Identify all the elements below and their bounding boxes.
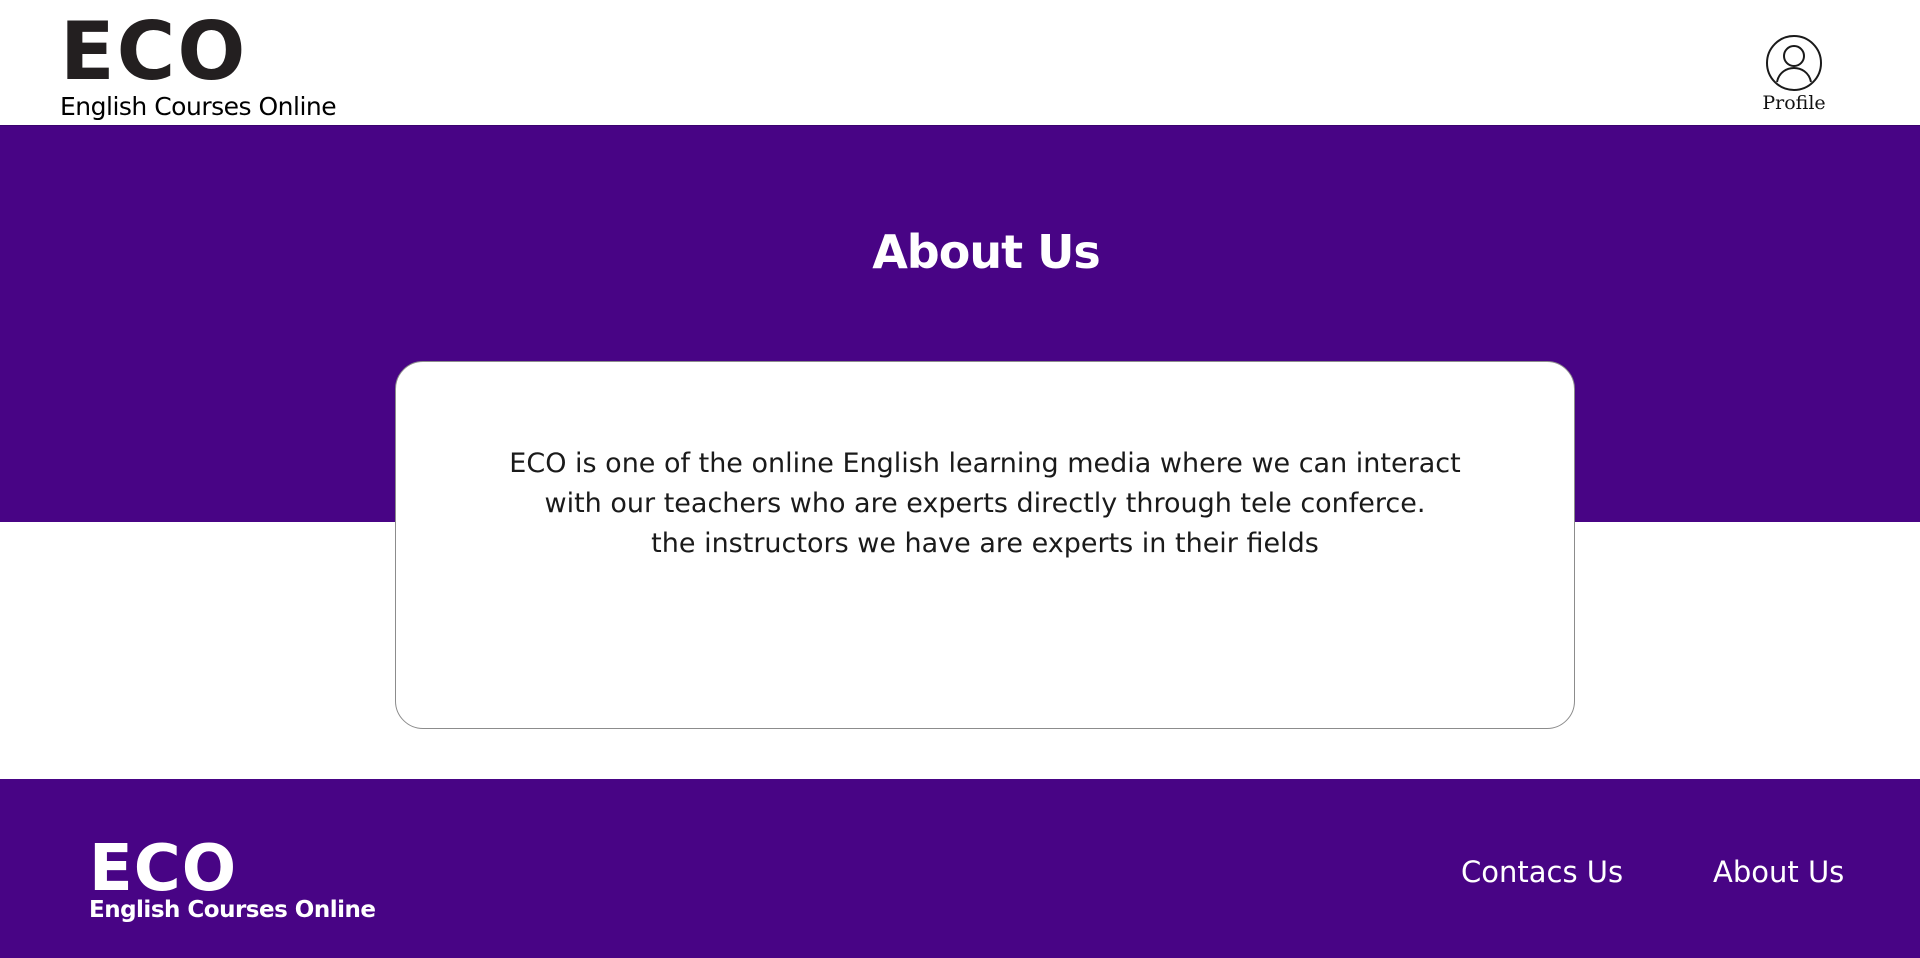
profile-label: Profile — [1762, 92, 1826, 114]
about-description: ECO is one of the online English learnin… — [509, 448, 1461, 559]
footer-logo[interactable]: ECO — [89, 837, 237, 901]
site-header: ECO English Courses Online Profile — [0, 0, 1920, 124]
page-title: About Us — [872, 225, 1101, 279]
footer-link-contact-us[interactable]: Contacs Us — [1461, 855, 1623, 889]
logo-mark: ECO — [60, 5, 248, 98]
footer-logo-mark: ECO — [89, 832, 238, 906]
user-circle-icon — [1766, 35, 1822, 91]
header-logo[interactable]: ECO English Courses Online — [60, 5, 337, 122]
site-footer: ECO — [0, 779, 1920, 958]
footer-logo-subtitle: English Courses Online — [89, 897, 376, 923]
page: ECO English Courses Online Profile About… — [0, 0, 1920, 958]
about-card: ECO is one of the online English learnin… — [395, 361, 1575, 729]
logo-subtitle: English Courses Online — [60, 92, 337, 121]
profile-button[interactable]: Profile — [1762, 34, 1826, 114]
footer-link-about-us[interactable]: About Us — [1713, 855, 1844, 889]
